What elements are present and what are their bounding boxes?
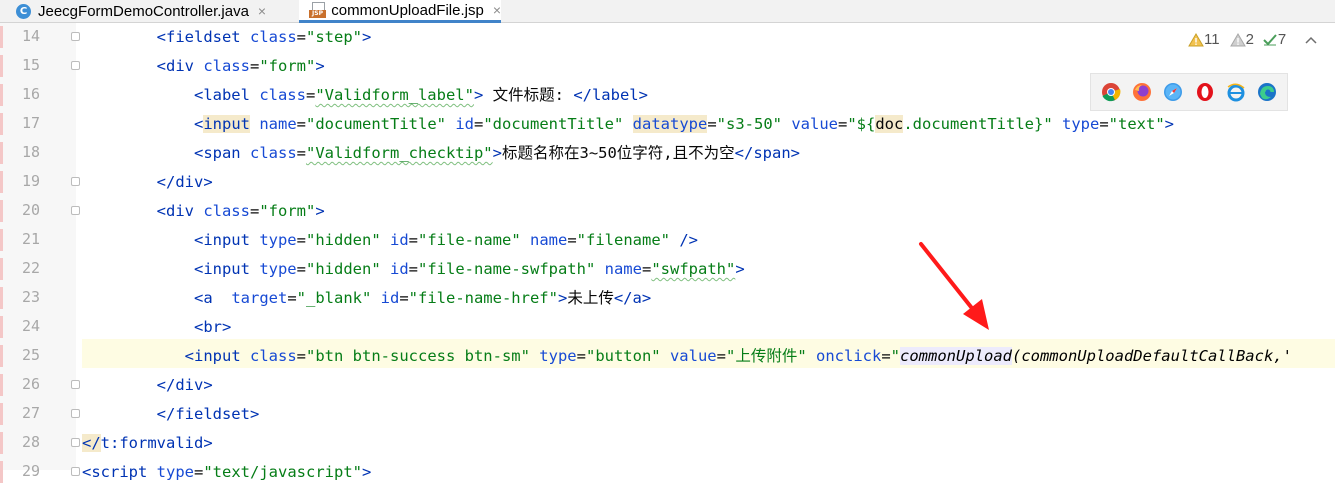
line-number: 29 xyxy=(21,462,40,480)
fold-marker[interactable] xyxy=(71,380,80,389)
close-icon[interactable]: × xyxy=(258,3,266,19)
code-line-20: <div class="form"> xyxy=(156,202,325,220)
close-icon[interactable]: × xyxy=(493,2,501,18)
line-number: 24 xyxy=(21,317,40,335)
fold-marker[interactable] xyxy=(71,438,80,447)
fold-marker[interactable] xyxy=(71,409,80,418)
code-line-22: <input type="hidden" id="file-name-swfpa… xyxy=(193,260,745,278)
line-number: 25 xyxy=(21,346,40,364)
check-icon xyxy=(1263,33,1277,45)
code-line-14: <fieldset class="step"> xyxy=(156,28,372,46)
tab-label: JeecgFormDemoController.java xyxy=(38,2,249,20)
code-line-25: <input class="btn btn-success btn-sm" ty… xyxy=(184,347,1292,365)
weak-warning-count: 2 xyxy=(1245,31,1254,48)
editor-tab-bar: C JeecgFormDemoController.java × JSP com… xyxy=(0,0,1335,23)
ok-count: 7 xyxy=(1277,31,1287,48)
opera-icon[interactable] xyxy=(1195,82,1215,102)
line-number: 19 xyxy=(21,172,40,190)
tab-common-upload-file[interactable]: JSP commonUploadFile.jsp × xyxy=(299,0,501,23)
fold-marker[interactable] xyxy=(71,206,80,215)
fold-marker[interactable] xyxy=(71,61,80,70)
ie-icon[interactable] xyxy=(1226,82,1246,102)
common-upload-function: commonUpload xyxy=(900,347,1012,365)
line-number: 20 xyxy=(21,201,40,219)
browser-preview-toolbar xyxy=(1090,73,1288,111)
warning-icon xyxy=(1188,32,1204,46)
java-class-icon: C xyxy=(16,3,31,19)
line-number: 15 xyxy=(21,56,40,74)
line-number: 17 xyxy=(21,114,40,132)
code-line-16: <label class="Validform_label"> 文件标题: </… xyxy=(193,86,648,104)
fold-marker[interactable] xyxy=(71,177,80,186)
firefox-icon[interactable] xyxy=(1132,82,1152,102)
safari-icon[interactable] xyxy=(1163,82,1183,102)
edge-icon[interactable] xyxy=(1257,82,1277,102)
code-line-29: <script type="text/javascript"> xyxy=(82,463,372,481)
line-number: 18 xyxy=(21,143,40,161)
code-line-28: </t:formvalid> xyxy=(82,434,213,452)
code-line-18: <span class="Validform_checktip">标题名称在3~… xyxy=(193,144,800,162)
code-line-27: </fieldset> xyxy=(156,405,260,423)
code-line-15: <div class="form"> xyxy=(156,57,325,75)
line-number: 16 xyxy=(21,85,40,103)
code-line-19: </div> xyxy=(156,173,213,191)
jsp-file-icon: JSP xyxy=(309,2,326,18)
weak-warning-icon xyxy=(1229,32,1246,46)
editor-gutter: 14 15 16 17 18 19 20 21 22 23 24 25 26 2… xyxy=(0,23,80,483)
chevron-up-icon[interactable] xyxy=(1304,35,1318,45)
chrome-icon[interactable] xyxy=(1101,82,1121,102)
line-number: 22 xyxy=(21,259,40,277)
tab-label: commonUploadFile.jsp xyxy=(331,1,484,19)
line-number: 26 xyxy=(21,375,40,393)
inspection-widget[interactable]: 11 2 7 xyxy=(1188,31,1318,48)
code-line-23: <a target="_blank" id="file-name-href">未… xyxy=(193,289,652,307)
code-line-24: <br> xyxy=(193,318,232,336)
fold-marker[interactable] xyxy=(71,467,80,476)
line-number: 14 xyxy=(21,27,40,45)
code-line-21: <input type="hidden" id="file-name" name… xyxy=(193,231,698,249)
code-line-17: <input name="documentTitle" id="document… xyxy=(193,115,1175,133)
line-number: 21 xyxy=(21,230,40,248)
line-number: 23 xyxy=(21,288,40,306)
code-line-26: </div> xyxy=(156,376,213,394)
fold-marker[interactable] xyxy=(71,32,80,41)
line-number: 27 xyxy=(21,404,40,422)
line-number: 28 xyxy=(21,433,40,451)
tab-jeecg-form-demo-controller[interactable]: C JeecgFormDemoController.java × xyxy=(0,0,298,22)
warning-count: 11 xyxy=(1204,31,1220,48)
